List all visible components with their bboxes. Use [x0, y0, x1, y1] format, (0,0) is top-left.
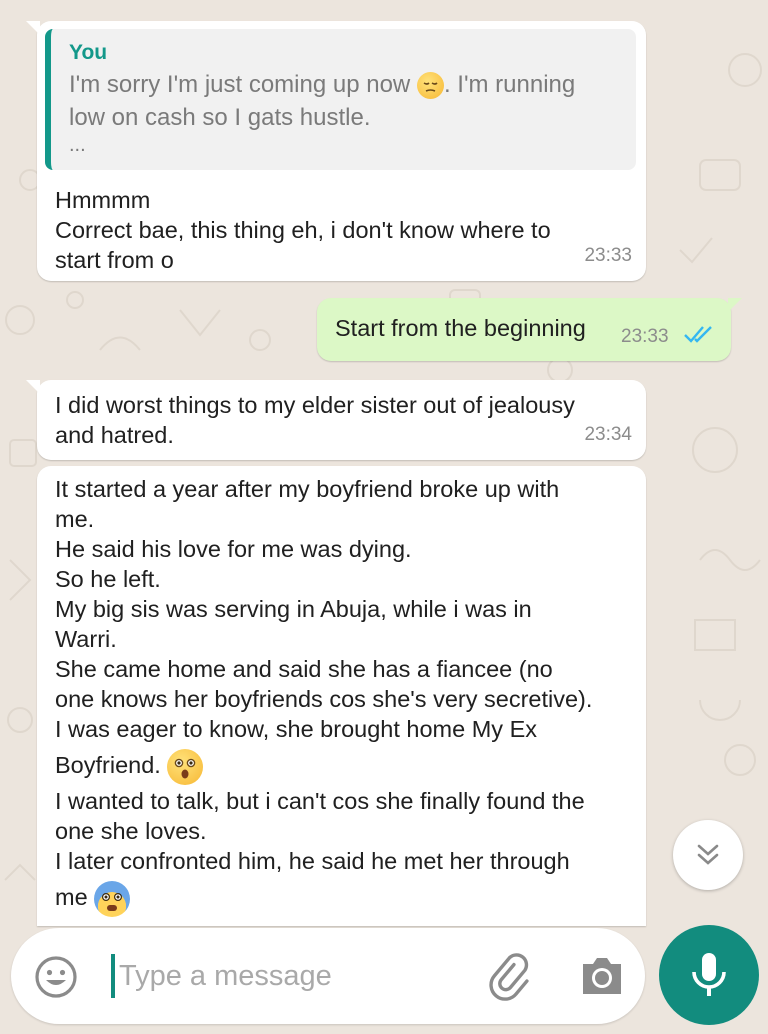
- scroll-to-bottom-button[interactable]: [673, 820, 743, 890]
- quoted-text-line: I'm sorry I'm just coming up now . I'm r…: [69, 69, 620, 100]
- fearful-face-emoji-icon: [94, 880, 131, 917]
- message-input[interactable]: Type a message: [119, 956, 332, 996]
- quoted-message[interactable]: You I'm sorry I'm just coming up now . I…: [45, 29, 636, 170]
- message-text-line: It started a year after my boyfriend bro…: [55, 476, 560, 502]
- message-text-line: My big sis was serving in Abuja, while i…: [55, 596, 532, 622]
- message-text-line: So he left.: [55, 566, 161, 592]
- smiley-icon[interactable]: [33, 954, 79, 1005]
- bubble-tail: [26, 21, 40, 35]
- message-bubble-outgoing[interactable]: Start from the beginning 23:33: [317, 298, 742, 361]
- message-bubble-incoming[interactable]: It started a year after my boyfriend bro…: [37, 466, 646, 926]
- message-text-line: I was eager to know, she brought home My…: [55, 716, 538, 742]
- bubble-tail: [728, 298, 742, 312]
- message-timestamp: 23:33: [584, 245, 632, 266]
- message-timestamp: 23:33: [621, 326, 669, 347]
- message-text-line: Hmmmm: [55, 187, 151, 213]
- message-text: Hmmmm Correct bae, this thing eh, i don'…: [55, 185, 551, 275]
- quoted-author: You: [69, 41, 108, 64]
- message-bubble-incoming[interactable]: You I'm sorry I'm just coming up now . I…: [26, 21, 646, 281]
- message-timestamp: 23:34: [584, 424, 632, 445]
- astonished-face-emoji-icon: [167, 748, 204, 785]
- message-bubble-incoming[interactable]: I did worst things to my elder sister ou…: [26, 380, 646, 460]
- chevron-double-down-icon: [697, 844, 719, 865]
- message-text-line: She came home and said she has a fiancee…: [55, 656, 553, 682]
- message-text-part: me: [55, 884, 88, 910]
- pensive-face-emoji-icon: [416, 72, 444, 100]
- quoted-text-line: low on cash so I gats hustle.: [69, 104, 371, 131]
- message-composer[interactable]: Type a message: [11, 928, 645, 1024]
- text-cursor: [111, 954, 115, 998]
- microphone-icon: [692, 953, 726, 996]
- message-text-line: one she loves.: [55, 818, 207, 844]
- message-text-line: and hatred.: [55, 422, 174, 448]
- message-text-line: Boyfriend.: [55, 744, 592, 786]
- message-text-part: Boyfriend.: [55, 752, 161, 778]
- message-text-line: He said his love for me was dying.: [55, 536, 412, 562]
- message-text-line: one knows her boyfriends cos she's very …: [55, 686, 593, 712]
- message-text: Start from the beginning: [335, 315, 586, 341]
- bubble-tail: [26, 380, 40, 394]
- voice-message-button[interactable]: [659, 925, 759, 1025]
- quoted-text-part: I'm sorry I'm just coming up now: [69, 71, 411, 98]
- message-text-line: Correct bae, this thing eh, i don't know…: [55, 217, 551, 243]
- double-check-icon: [683, 322, 717, 352]
- message-text: It started a year after my boyfriend bro…: [55, 474, 592, 918]
- message-text-line: me: [55, 876, 592, 918]
- quoted-text-part: . I'm running: [443, 71, 576, 98]
- quoted-ellipsis: ...: [69, 134, 86, 156]
- message-text: I did worst things to my elder sister ou…: [55, 390, 575, 450]
- message-text-line: me.: [55, 506, 95, 532]
- camera-icon[interactable]: [579, 954, 625, 1003]
- message-text-line: I did worst things to my elder sister ou…: [55, 392, 575, 418]
- message-text-line: start from o: [55, 247, 174, 273]
- paperclip-icon[interactable]: [485, 952, 535, 1007]
- message-text-line: I later confronted him, he said he met h…: [55, 848, 570, 874]
- message-text-line: Warri.: [55, 626, 117, 652]
- message-text-line: I wanted to talk, but i can't cos she fi…: [55, 788, 585, 814]
